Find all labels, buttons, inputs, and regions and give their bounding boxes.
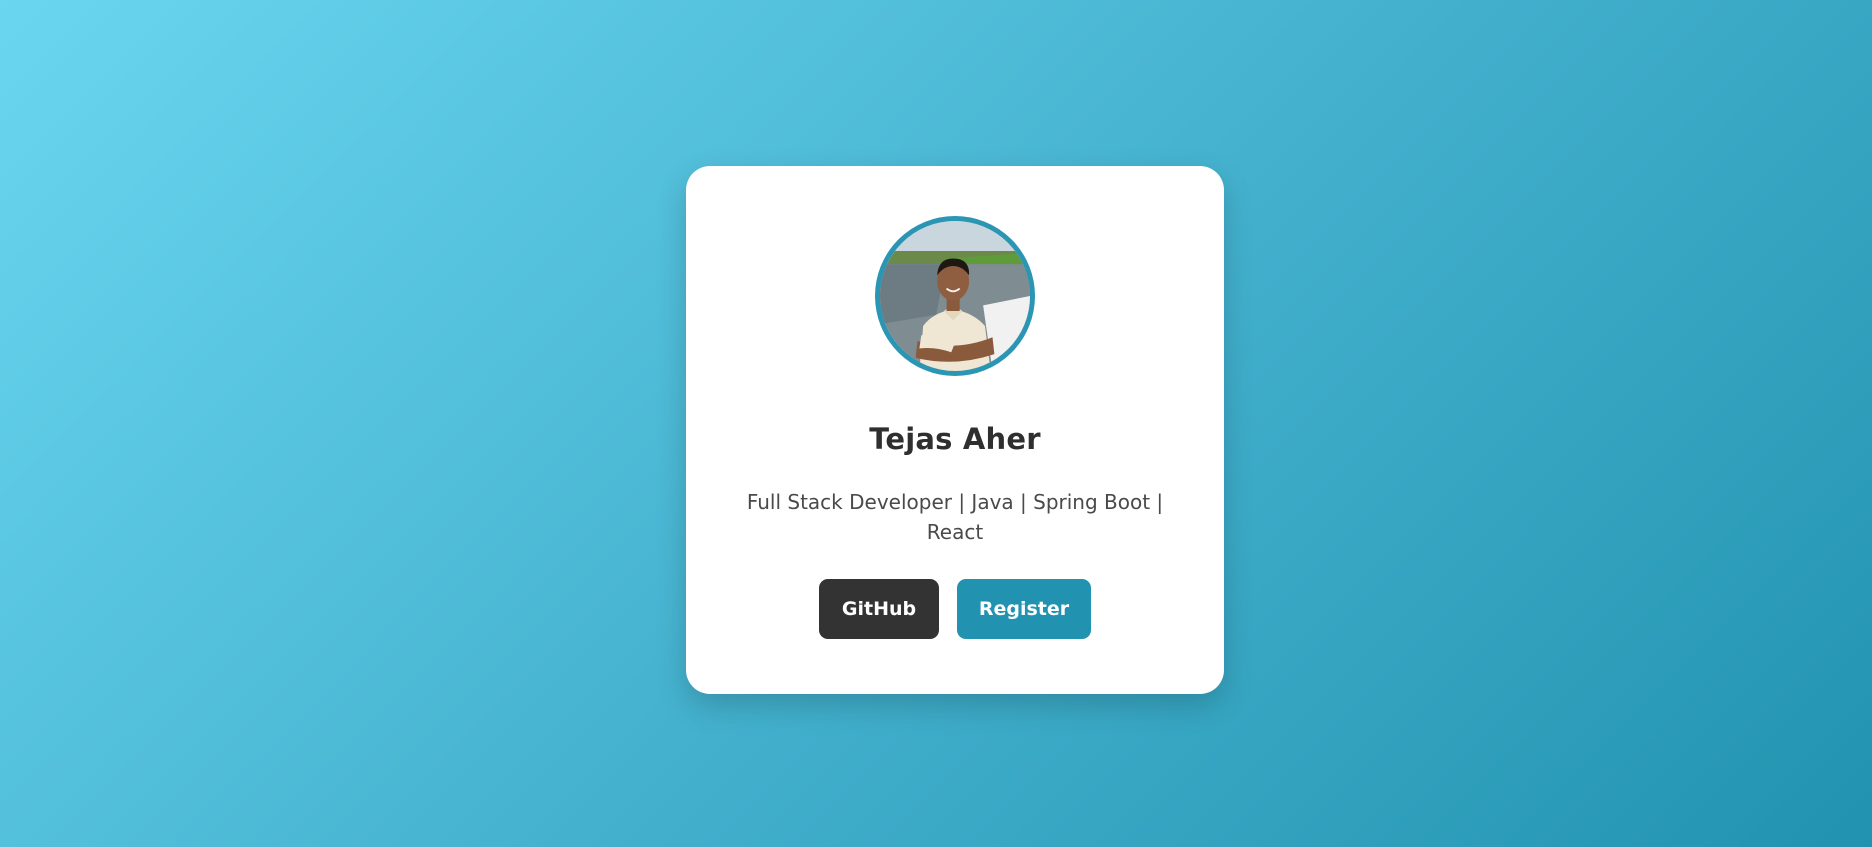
github-button[interactable]: GitHub <box>819 579 939 639</box>
avatar <box>875 216 1035 376</box>
profile-card: Tejas Aher Full Stack Developer | Java |… <box>686 166 1224 694</box>
action-buttons: GitHub Register <box>686 579 1224 639</box>
avatar-photo <box>880 221 1030 371</box>
register-button[interactable]: Register <box>957 579 1091 639</box>
profile-name: Tejas Aher <box>869 422 1041 456</box>
profile-tagline: Full Stack Developer | Java | Spring Boo… <box>746 490 1164 544</box>
